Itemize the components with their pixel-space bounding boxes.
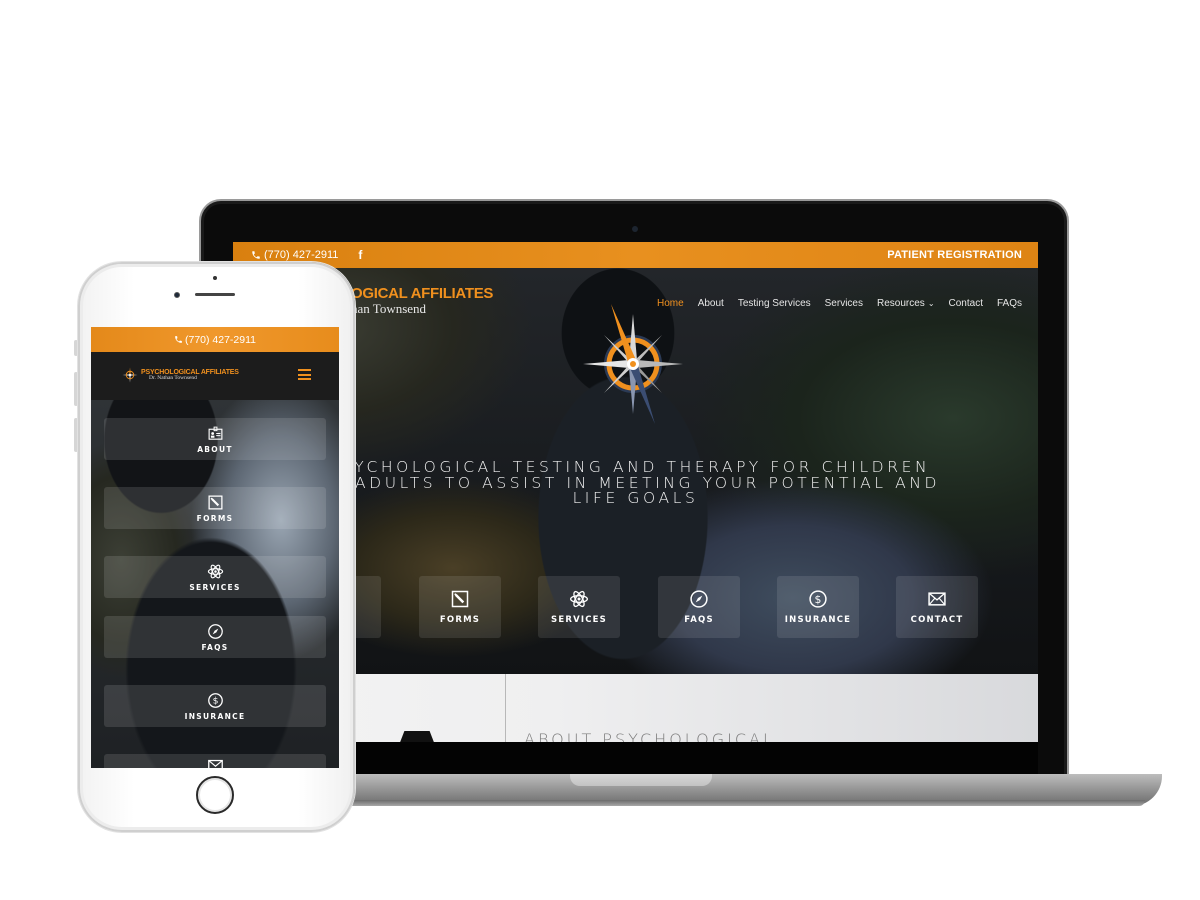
about-divider [505,674,506,742]
tile-contact[interactable]: CONTACT [896,576,978,638]
nav-about[interactable]: About [698,298,724,309]
dollar-icon: $ [207,692,223,708]
tile-label: FORMS [196,513,234,523]
laptop-notch [570,774,712,786]
mobile-tile-about[interactable]: ABOUT [104,418,326,460]
tile-label: SERVICES [189,582,241,592]
mobile-tile-insurance[interactable]: $ INSURANCE [104,685,326,727]
tile-label: INSURANCE [184,711,246,721]
nav-contact[interactable]: Contact [949,298,983,309]
logo-title: OGICAL AFFILIATES [351,285,494,302]
id-badge-icon [208,426,222,440]
mobile-header: PSYCHOLOGICAL AFFILIATES Dr. Nathan Town… [91,352,339,400]
mobile-tile-services[interactable]: SERVICES [104,556,326,598]
tile-faqs[interactable]: FAQS [658,576,740,638]
phone-screen: (770) 427-2911 PSYCHOLOGICAL AFFILIATES … [91,327,339,768]
phone-number: (770) 427-2911 [264,249,339,261]
chevron-down-icon: ⌄ [927,299,935,308]
facebook-icon[interactable]: f [358,248,362,262]
main-nav: Home About Testing Services Services Res… [657,298,1022,309]
tile-label: FAQS [201,642,229,652]
logo-subtitle: han Townsend [351,301,427,316]
edit-icon [207,494,223,510]
site-logo[interactable]: OGICAL AFFILIATES han Townsend [351,286,493,315]
mobile-top-bar[interactable]: (770) 427-2911 [91,327,339,352]
tile-label: INSURANCE [784,615,852,625]
nav-services[interactable]: Services [825,298,863,309]
phone-home-button[interactable] [196,776,234,814]
tile-label: ABOUT [197,444,233,454]
phone-speaker [195,293,235,296]
about-heading: ABOUT PSYCHOLOGICAL [524,730,775,742]
mobile-tile-faqs[interactable]: FAQS [104,616,326,658]
mobile-tile-forms[interactable]: FORMS [104,487,326,529]
compass-icon [690,590,708,608]
tile-label: FORMS [439,615,481,625]
compass-logo-icon [583,304,683,424]
edit-icon [451,590,469,608]
tile-label: SERVICES [551,615,607,625]
tile-label: CONTACT [910,615,964,625]
tile-forms[interactable]: FORMS [419,576,501,638]
atom-icon [207,564,223,578]
envelope-icon [928,592,946,606]
about-image [399,731,435,742]
compass-logo-icon [122,367,138,383]
tile-insurance[interactable]: $ INSURANCE [777,576,859,638]
tile-label: FAQS [684,615,714,625]
envelope-icon [207,759,223,768]
tile-services[interactable]: SERVICES [538,576,620,638]
mobile-logo-subtitle: Dr. Nathan Townsend [149,374,197,381]
phone-link[interactable]: (770) 427-2911 [251,249,338,261]
nav-resources[interactable]: Resources ⌄ [877,298,935,309]
nav-resources-label: Resources [877,298,925,309]
compass-icon [207,623,223,639]
atom-icon [570,590,588,608]
svg-text:$: $ [212,695,218,706]
phone-camera [174,292,180,298]
top-bar: (770) 427-2911 f PATIENT REGISTRATION [233,242,1038,268]
svg-text:$: $ [815,593,822,606]
phone-icon [252,251,260,259]
phone-icon [175,336,182,343]
laptop-camera [632,226,638,232]
patient-registration-link[interactable]: PATIENT REGISTRATION [887,249,1022,261]
nav-testing-services[interactable]: Testing Services [738,298,811,309]
mobile-logo[interactable]: PSYCHOLOGICAL AFFILIATES Dr. Nathan Town… [121,366,239,384]
laptop-base-edge [345,800,1145,806]
phone-sensor [213,276,217,280]
mobile-phone-number: (770) 427-2911 [184,333,257,346]
dollar-icon: $ [809,590,827,608]
nav-faqs[interactable]: FAQs [997,298,1022,309]
mobile-tile-contact[interactable] [104,754,326,768]
hamburger-menu-icon[interactable] [298,369,311,380]
